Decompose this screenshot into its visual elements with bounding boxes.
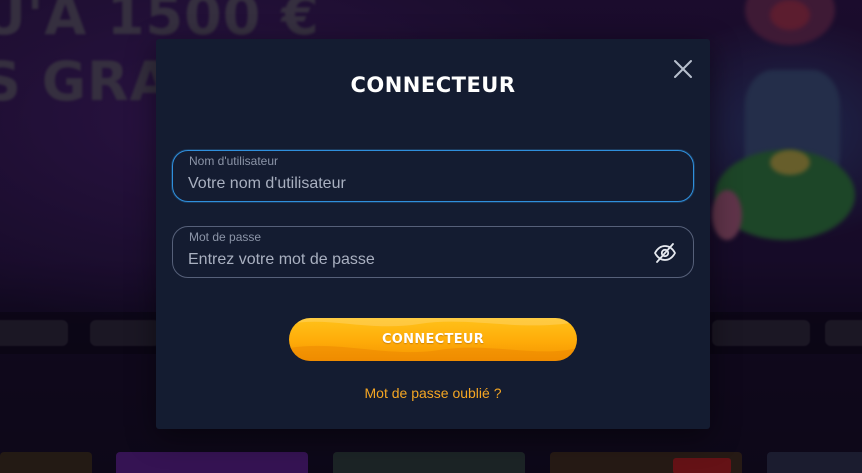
login-submit-button[interactable]: CONNECTEUR [289,318,577,361]
login-modal: CONNECTEUR Nom d'utilisateur Mot de pass… [156,39,710,429]
eye-off-icon [654,243,676,263]
password-field[interactable]: Mot de passe [172,226,694,278]
username-label: Nom d'utilisateur [189,154,278,168]
password-label: Mot de passe [189,230,262,244]
username-field[interactable]: Nom d'utilisateur [172,150,694,202]
modal-title: CONNECTEUR [350,73,516,97]
close-icon [674,60,692,78]
forgot-password-link[interactable]: Mot de passe oublié ? [156,385,710,401]
password-input[interactable] [188,249,628,271]
screen: U'A 1500 € S GRAT CONNECTEUR Nom d'utili… [0,0,862,473]
show-password-toggle[interactable] [653,242,677,264]
close-button[interactable] [669,55,697,83]
username-input[interactable] [188,173,628,195]
login-submit-label: CONNECTEUR [381,332,485,347]
